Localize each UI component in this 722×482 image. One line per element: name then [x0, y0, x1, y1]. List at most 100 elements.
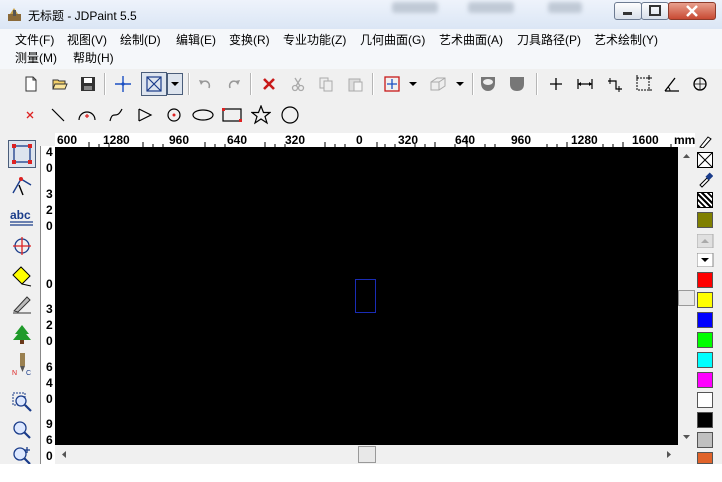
menu-draw[interactable]: 绘制(D)	[120, 31, 161, 49]
vertical-scrollbar[interactable]	[678, 147, 695, 445]
scroll-down-icon[interactable]	[678, 431, 695, 443]
tree-icon[interactable]	[8, 320, 36, 348]
scroll-right-icon[interactable]	[663, 446, 675, 463]
close-button[interactable]	[668, 2, 716, 20]
minimize-button[interactable]	[614, 2, 642, 20]
snap-cross-icon[interactable]	[111, 72, 135, 96]
dropdown-arrow-icon[interactable]	[404, 72, 422, 96]
shade-view-icon[interactable]	[476, 72, 500, 96]
color-swatch-magenta[interactable]	[697, 372, 713, 388]
menu-file[interactable]: 文件(F)	[15, 31, 54, 49]
scroll-left-icon[interactable]	[58, 446, 70, 463]
pen-node-icon[interactable]	[8, 172, 36, 200]
cursor-arrow-icon[interactable]	[380, 72, 404, 96]
scroll-up-icon[interactable]	[678, 150, 695, 162]
ellipse-icon[interactable]	[191, 103, 215, 127]
spline-icon[interactable]	[104, 103, 128, 127]
menu-transform[interactable]: 变换(R)	[229, 31, 270, 49]
view-3d-box-icon[interactable]	[426, 72, 450, 96]
menu-art-surface[interactable]: 艺术曲面(A)	[439, 31, 503, 49]
menu-art-draw[interactable]: 艺术绘制(Y)	[594, 31, 658, 49]
delete-x-icon[interactable]	[257, 72, 281, 96]
tool-shape-icon[interactable]	[505, 72, 529, 96]
pencil-icon[interactable]	[697, 134, 713, 149]
color-swatch-orange[interactable]	[697, 452, 713, 464]
knife-icon[interactable]	[8, 290, 36, 318]
zoom-icon[interactable]	[8, 416, 36, 444]
color-swatch-yellow[interactable]	[697, 292, 713, 308]
ruler-v-label: 2	[46, 318, 53, 332]
color-swatch-white[interactable]	[697, 392, 713, 408]
menu-view[interactable]: 视图(V)	[67, 31, 107, 49]
menu-measure[interactable]: 测量(M)	[15, 49, 57, 67]
color-swatch-green[interactable]	[697, 332, 713, 348]
menu-pro-functions[interactable]: 专业功能(Z)	[283, 31, 346, 49]
draw-toolbar	[0, 101, 308, 130]
paste-icon[interactable]	[343, 72, 367, 96]
app-icon	[8, 8, 21, 21]
line-icon[interactable]	[46, 103, 70, 127]
svg-text:N: N	[12, 370, 17, 376]
color-swatch-silver[interactable]	[697, 432, 713, 448]
dimension-horizontal-icon[interactable]	[573, 72, 597, 96]
dimension-angled-icon[interactable]	[603, 72, 627, 96]
point-x-icon[interactable]	[18, 103, 42, 127]
color-swatch-cyan[interactable]	[697, 352, 713, 368]
dropdown-arrow-icon[interactable]	[451, 72, 469, 96]
angle-measure-icon[interactable]	[660, 72, 684, 96]
circle-icon[interactable]	[278, 103, 302, 127]
color-swatch-red[interactable]	[697, 272, 713, 288]
dimension-box-icon[interactable]	[632, 72, 656, 96]
menu-help[interactable]: 帮助(H)	[73, 49, 114, 67]
redo-icon[interactable]	[222, 72, 246, 96]
minimize-icon	[623, 12, 632, 15]
maximize-button[interactable]	[641, 2, 669, 20]
point-icon[interactable]	[544, 72, 568, 96]
rectangle-icon[interactable]	[220, 103, 244, 127]
transform-icon[interactable]	[8, 232, 36, 260]
select-node-icon[interactable]	[8, 140, 36, 168]
save-disk-icon[interactable]	[76, 72, 100, 96]
ruler-h-label: 1280	[103, 133, 130, 147]
ruler-h-label: 320	[398, 133, 419, 147]
scroll-thumb[interactable]	[358, 446, 376, 463]
select-box-icon[interactable]	[141, 72, 167, 96]
nc-tool-icon[interactable]: NC	[8, 350, 36, 378]
zoom-window-icon[interactable]	[8, 388, 36, 416]
color-swatch-olive[interactable]	[697, 212, 713, 228]
menu-toolpath[interactable]: 刀具路径(P)	[517, 31, 581, 49]
circle-center-icon[interactable]	[162, 103, 186, 127]
copy-icon[interactable]	[314, 72, 338, 96]
selection-rect[interactable]	[355, 279, 376, 313]
menu-edit[interactable]: 编辑(E)	[176, 31, 216, 49]
polyline-icon[interactable]	[133, 103, 157, 127]
toolbar-separator	[472, 73, 474, 95]
ruler-h-label: 0	[356, 133, 363, 147]
fill-icon[interactable]	[8, 262, 36, 290]
arc-icon[interactable]	[75, 103, 99, 127]
undo-icon[interactable]	[193, 72, 217, 96]
pattern-fill-icon[interactable]	[697, 192, 713, 208]
dropdown-arrow-icon[interactable]	[167, 73, 183, 95]
open-folder-icon[interactable]	[48, 72, 72, 96]
main-toolbar	[0, 70, 722, 99]
no-fill-icon[interactable]	[697, 152, 713, 168]
color-swatch-black[interactable]	[697, 412, 713, 428]
rotate-view-icon[interactable]	[688, 72, 712, 96]
cut-icon[interactable]	[286, 72, 310, 96]
color-swatch-blue[interactable]	[697, 312, 713, 328]
new-file-icon[interactable]	[19, 72, 43, 96]
menu-geometry-surface[interactable]: 几何曲面(G)	[360, 31, 425, 49]
eyedropper-icon[interactable]	[697, 172, 714, 188]
horizontal-scrollbar[interactable]	[55, 445, 678, 464]
ruler-h-label: 1600	[632, 133, 659, 147]
palette-up-icon[interactable]	[697, 234, 714, 248]
text-abc-icon[interactable]: abc	[8, 202, 36, 230]
scroll-thumb[interactable]	[678, 290, 695, 306]
zoom-plus-icon[interactable]	[8, 442, 36, 464]
ruler-h-label: 640	[227, 133, 248, 147]
toolbar-separator	[372, 73, 374, 95]
palette-down-icon[interactable]	[697, 253, 714, 267]
star-icon[interactable]	[249, 103, 273, 127]
drawing-canvas[interactable]	[55, 147, 678, 445]
